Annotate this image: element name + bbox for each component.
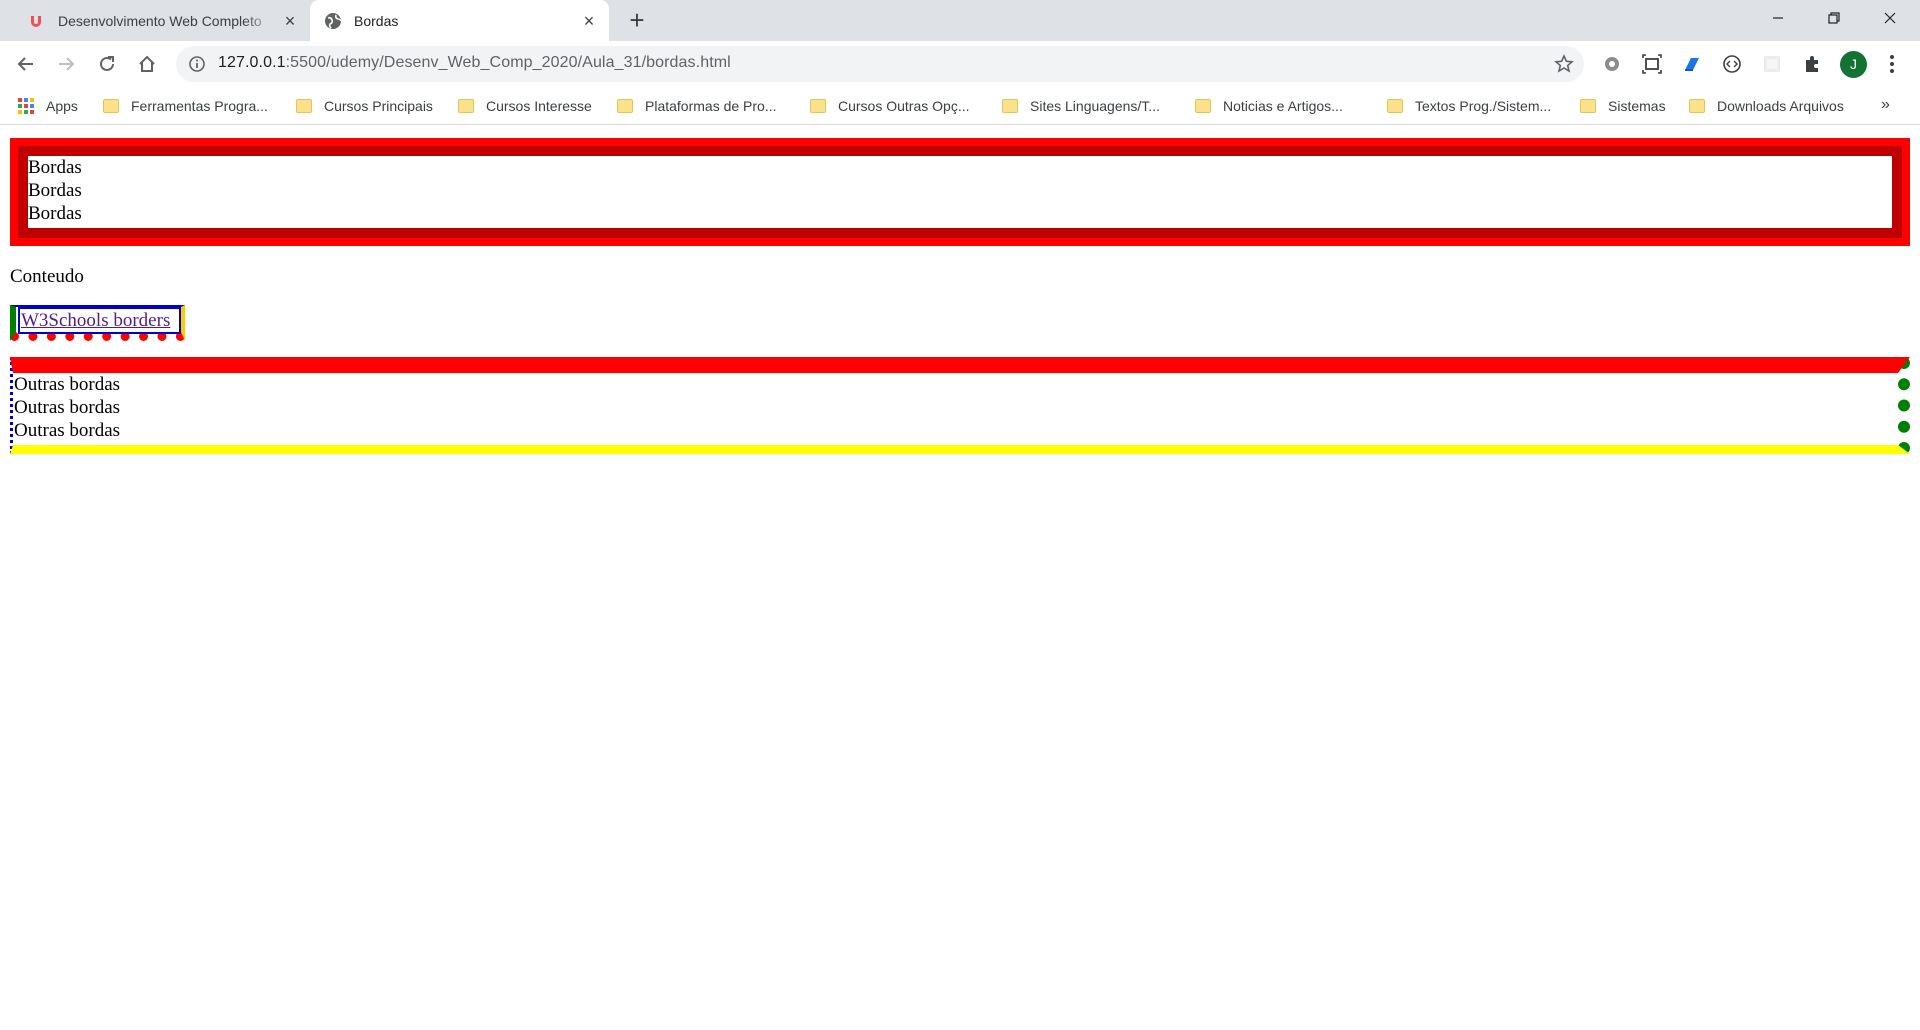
menu-dots-icon[interactable]: [1880, 52, 1904, 76]
bordas-text: Bordas: [28, 180, 82, 201]
bookmark-label: Downloads Arquivos: [1717, 98, 1844, 114]
bookmark-label: Sites Linguagens/T...: [1030, 98, 1160, 114]
address-bar[interactable]: 127.0.0.1:5500/udemy/Desenv_Web_Comp_202…: [176, 46, 1584, 82]
blank-extension-icon[interactable]: [1761, 53, 1783, 75]
bookmark-folder[interactable]: Textos Prog./Sistem...: [1387, 94, 1551, 118]
bookmark-label: Textos Prog./Sistem...: [1415, 98, 1552, 114]
minimize-icon[interactable]: [1750, 0, 1806, 36]
home-icon[interactable]: [131, 48, 163, 80]
folder-icon: [1689, 99, 1705, 113]
bookmark-star-icon[interactable]: [1554, 54, 1574, 74]
bookmark-label: Plataformas de Pro...: [645, 98, 777, 114]
folder-icon: [296, 99, 312, 113]
folder-icon: [810, 99, 826, 113]
outras-bordas-text: Outras bordas: [14, 397, 121, 418]
bookmark-label: Apps: [46, 98, 78, 114]
udemy-icon: [28, 12, 46, 30]
reload-icon[interactable]: [91, 48, 123, 80]
page-viewport: Bordas Bordas Bordas Conteudo W3Schools …: [0, 126, 1920, 1030]
globe-icon: [324, 12, 342, 30]
bookmark-label: Sistemas: [1608, 98, 1666, 114]
bordas-text: Bordas: [28, 157, 82, 178]
folder-icon: [1002, 99, 1018, 113]
bookmark-folder[interactable]: Downloads Arquivos: [1689, 94, 1844, 118]
profile-avatar[interactable]: J: [1840, 51, 1867, 78]
w3schools-borders-link[interactable]: W3Schools borders: [21, 309, 170, 332]
close-window-icon[interactable]: [1862, 0, 1918, 36]
apps-grid-icon: [18, 98, 34, 114]
tab-label: Bordas: [354, 12, 399, 29]
bookmark-folder[interactable]: Cursos Principais: [296, 94, 433, 118]
folder-icon: [458, 99, 474, 113]
bordas-text: Bordas: [28, 203, 82, 224]
bookmark-folder[interactable]: Ferramentas Progra...: [103, 94, 268, 118]
url-text[interactable]: 127.0.0.1:5500/udemy/Desenv_Web_Comp_202…: [218, 54, 731, 72]
url-path: :5500/udemy/Desenv_Web_Comp_2020/Aula_31…: [285, 54, 731, 71]
close-tab-icon[interactable]: ×: [581, 12, 597, 30]
tab-bordas[interactable]: Bordas ×: [310, 0, 609, 41]
folder-icon: [1387, 99, 1403, 113]
folder-icon: [103, 99, 119, 113]
outras-bordas-text: Outras bordas: [14, 374, 121, 395]
bookmark-folder[interactable]: Sites Linguagens/T...: [1002, 94, 1160, 118]
bookmark-folder[interactable]: Plataformas de Pro...: [617, 94, 777, 118]
bookmark-folder[interactable]: Noticias e Artigos...: [1195, 94, 1343, 118]
bookmark-label: Cursos Principais: [324, 98, 433, 114]
gear-extension-icon[interactable]: [1601, 53, 1623, 75]
bookmark-folder[interactable]: Cursos Interesse: [458, 94, 592, 118]
blue-extension-icon[interactable]: [1681, 53, 1703, 75]
bookmark-label: Cursos Outras Opç...: [838, 98, 970, 114]
screenshot-extension-icon[interactable]: [1641, 53, 1663, 75]
url-host: 127.0.0.1: [218, 54, 286, 71]
tab-label: Desenvolvimento Web Completo: [58, 12, 262, 29]
conteudo-text: Conteudo: [10, 266, 84, 287]
puzzle-extensions-icon[interactable]: [1801, 53, 1823, 75]
bookmarks-bar: Apps Ferramentas Progra... Cursos Princi…: [0, 88, 1920, 125]
outras-bordas-text: Outras bordas: [14, 420, 121, 441]
restore-icon[interactable]: [1806, 0, 1862, 36]
browser-toolbar: 127.0.0.1:5500/udemy/Desenv_Web_Comp_202…: [0, 41, 1920, 88]
bordas-box: Bordas Bordas Bordas: [10, 138, 1910, 246]
back-icon[interactable]: [10, 48, 42, 80]
code-extension-icon[interactable]: [1721, 53, 1743, 75]
bordas-inner-box: Bordas Bordas Bordas: [18, 146, 1902, 238]
folder-icon: [617, 99, 633, 113]
forward-icon[interactable]: [50, 48, 82, 80]
bookmark-label: Cursos Interesse: [486, 98, 592, 114]
bookmark-folder[interactable]: Cursos Outras Opç...: [810, 94, 969, 118]
bookmarks-overflow-icon[interactable]: »: [1881, 96, 1890, 114]
w3schools-link-box: W3Schools borders: [10, 305, 185, 341]
bookmark-label: Noticias e Artigos...: [1223, 98, 1343, 114]
info-icon[interactable]: [188, 55, 206, 73]
bookmark-apps[interactable]: Apps: [18, 94, 78, 118]
close-tab-icon[interactable]: ×: [282, 12, 298, 30]
tab-udemy[interactable]: Desenvolvimento Web Completo ×: [14, 0, 310, 41]
bookmark-folder[interactable]: Sistemas: [1580, 94, 1666, 118]
tab-strip: Desenvolvimento Web Completo × Bordas × …: [0, 0, 1920, 41]
outras-bordas-box: Outras bordas Outras bordas Outras borda…: [10, 357, 1910, 454]
folder-icon: [1195, 99, 1211, 113]
bookmark-label: Ferramentas Progra...: [131, 98, 268, 114]
folder-icon: [1580, 99, 1596, 113]
new-tab-icon[interactable]: +: [624, 7, 650, 34]
